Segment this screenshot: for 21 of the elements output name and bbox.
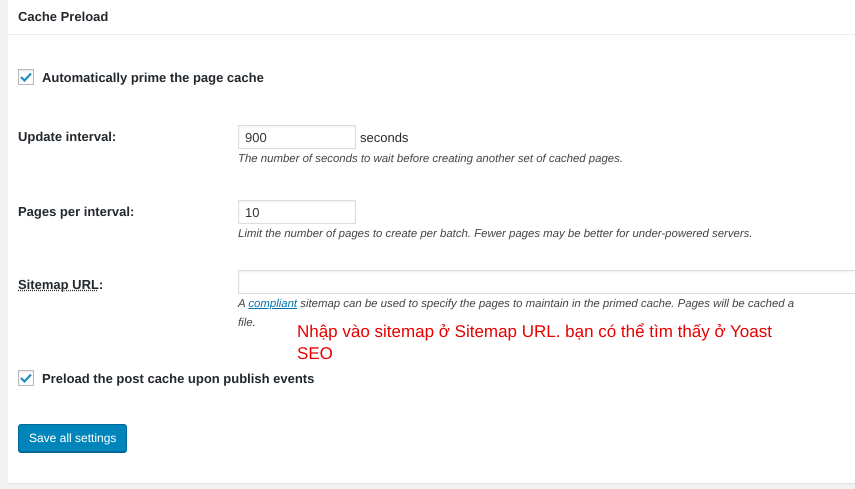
field-description: The number of seconds to wait before creating another set of cached pages. [238, 152, 623, 167]
save-button[interactable]: Save all settings [18, 424, 128, 452]
field-description: file. [238, 316, 256, 331]
panel-title: Cache Preload [8, 0, 855, 35]
field-description: Limit the number of pages to create per batch. Fewer pages may be better for under-powered servers. [238, 227, 753, 242]
field-label: Pages per interval: [18, 203, 136, 219]
checkbox[interactable] [18, 69, 34, 85]
checkbox-label: Preload the post cache upon publish events [42, 370, 314, 386]
checkmark-icon [20, 373, 32, 383]
checkmark-icon [20, 72, 32, 82]
field-label: Sitemap URL: [18, 276, 104, 292]
compliant-link[interactable]: compliant [248, 298, 298, 310]
input-field[interactable]: 10 [238, 200, 356, 224]
input-field[interactable] [238, 270, 855, 294]
annotation-text: Nhập vào sitemap ở Sitemap URL. bạn có thể tìm thấy ở Yoast SEO [297, 321, 773, 365]
checkbox[interactable] [18, 370, 34, 386]
input-field[interactable]: 900 [238, 125, 356, 149]
checkbox-label: Automatically prime the page cache [42, 70, 264, 84]
field-label: Update interval: [18, 128, 118, 144]
field-description: A compliant sitemap can be used to specify the pages to maintain in the primed cache. Pages will be cached a [238, 297, 794, 312]
unit-label: seconds [360, 130, 408, 144]
